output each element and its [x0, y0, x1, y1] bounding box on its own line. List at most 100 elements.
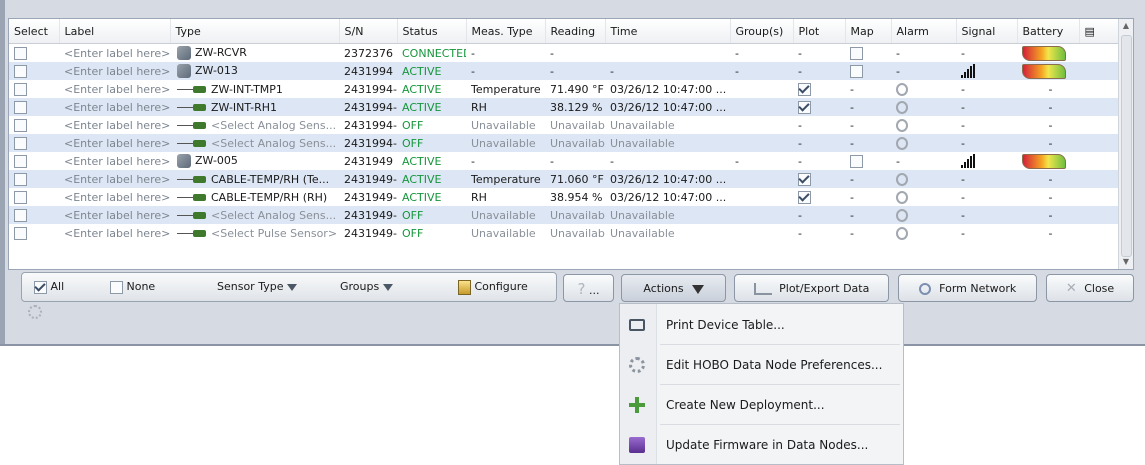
- plot-checkbox[interactable]: [798, 100, 811, 114]
- plot-cell[interactable]: -: [793, 116, 845, 134]
- label-cell[interactable]: <Enter label here>: [59, 116, 170, 134]
- column-header-alarm[interactable]: Alarm: [891, 19, 957, 44]
- table-row[interactable]: <Enter label here> ZW-INT-RH1 2431994-2ACT…: [9, 98, 1133, 116]
- scroll-down-arrow-icon[interactable]: ▼: [1119, 255, 1133, 269]
- plot-cell[interactable]: [793, 80, 845, 98]
- label-cell[interactable]: <Enter label here>: [59, 224, 170, 242]
- plot-checkbox[interactable]: [798, 82, 811, 96]
- table-row[interactable]: <Enter label here> <Select Analog Sens...…: [9, 116, 1133, 134]
- select-cell[interactable]: [9, 188, 59, 206]
- row-select-checkbox[interactable]: [14, 172, 27, 186]
- groups-dropdown[interactable]: Groups: [340, 273, 394, 301]
- plot-cell[interactable]: -: [793, 206, 845, 224]
- label-cell[interactable]: <Enter label here>: [59, 152, 170, 170]
- row-select-checkbox[interactable]: [14, 46, 27, 60]
- select-cell[interactable]: [9, 170, 59, 188]
- plot-cell[interactable]: -: [793, 152, 845, 170]
- row-select-checkbox[interactable]: [14, 208, 27, 222]
- row-select-checkbox[interactable]: [14, 190, 27, 204]
- alarm-clock-icon[interactable]: [896, 136, 908, 150]
- column-header-reading[interactable]: Reading: [545, 19, 606, 44]
- plot-cell[interactable]: [793, 188, 845, 206]
- select-cell[interactable]: [9, 98, 59, 116]
- menu-item-edit-preferences[interactable]: Edit HOBO Data Node Preferences...: [620, 346, 903, 384]
- plot-cell[interactable]: -: [793, 224, 845, 242]
- table-row[interactable]: <Enter label here> ZW-013 2431994 ACTIVE - - -…: [9, 62, 1133, 80]
- column-header-status[interactable]: Status: [397, 19, 467, 44]
- table-row[interactable]: <Enter label here> ZW-INT-TMP1 2431994-1 AC…: [9, 80, 1133, 98]
- select-all-button[interactable]: All: [34, 273, 64, 301]
- map-cell[interactable]: -: [845, 80, 891, 98]
- menu-item-print-device-table[interactable]: Print Device Table...: [620, 306, 903, 344]
- label-cell[interactable]: <Enter label here>: [59, 98, 170, 116]
- map-checkbox[interactable]: [850, 46, 863, 60]
- alarm-clock-icon[interactable]: [896, 172, 908, 186]
- column-header-s-n[interactable]: S/N: [339, 19, 398, 44]
- row-select-checkbox[interactable]: [14, 154, 27, 168]
- map-cell[interactable]: -: [845, 98, 891, 116]
- row-select-checkbox[interactable]: [14, 82, 27, 96]
- map-checkbox[interactable]: [850, 154, 863, 168]
- map-cell[interactable]: [845, 62, 891, 80]
- menu-item-update-firmware[interactable]: Update Firmware in Data Nodes...: [620, 426, 903, 464]
- plot-cell[interactable]: -: [793, 62, 845, 80]
- label-cell[interactable]: <Enter label here>: [59, 188, 170, 206]
- map-cell[interactable]: [845, 44, 891, 63]
- select-cell[interactable]: [9, 224, 59, 242]
- column-header-plot[interactable]: Plot: [793, 19, 846, 44]
- help-button[interactable]: ? ...: [563, 274, 614, 302]
- plot-export-button[interactable]: Plot/Export Data: [734, 274, 889, 302]
- close-button[interactable]: ✕ Close: [1046, 274, 1134, 302]
- table-row[interactable]: <Enter label here> <Select Analog Sens...…: [9, 206, 1133, 224]
- select-cell[interactable]: [9, 134, 59, 152]
- row-select-checkbox[interactable]: [14, 64, 27, 78]
- table-row[interactable]: <Enter label here> ZW-005 2431949 ACTIVE - - -…: [9, 152, 1133, 170]
- label-cell[interactable]: <Enter label here>: [59, 170, 170, 188]
- actions-button[interactable]: Actions: [621, 274, 726, 302]
- column-header-group-s[interactable]: Group(s): [730, 19, 794, 44]
- map-cell[interactable]: -: [845, 116, 891, 134]
- select-cell[interactable]: [9, 206, 59, 224]
- select-cell[interactable]: [9, 116, 59, 134]
- plot-checkbox[interactable]: [798, 190, 811, 204]
- alarm-clock-icon[interactable]: [896, 226, 908, 240]
- column-header-time[interactable]: Time: [605, 19, 731, 44]
- sensor-type-dropdown[interactable]: Sensor Type: [217, 273, 298, 301]
- label-cell[interactable]: <Enter label here>: [59, 206, 170, 224]
- column-header-map[interactable]: Map: [845, 19, 892, 44]
- alarm-clock-icon[interactable]: [896, 190, 908, 204]
- vertical-scrollbar[interactable]: ▲ ▼: [1118, 19, 1133, 269]
- plot-cell[interactable]: [793, 98, 845, 116]
- column-header-meas-type[interactable]: Meas. Type: [466, 19, 546, 44]
- alarm-clock-icon[interactable]: [896, 208, 908, 222]
- table-row[interactable]: <Enter label here> CABLE-TEMP/RH (RH) 2431…: [9, 188, 1133, 206]
- alarm-clock-icon[interactable]: [896, 100, 908, 114]
- plot-cell[interactable]: [793, 170, 845, 188]
- plot-cell[interactable]: -: [793, 134, 845, 152]
- row-select-checkbox[interactable]: [14, 118, 27, 132]
- plot-cell[interactable]: -: [793, 44, 845, 63]
- label-cell[interactable]: <Enter label here>: [59, 80, 170, 98]
- row-select-checkbox[interactable]: [14, 136, 27, 150]
- map-cell[interactable]: -: [845, 170, 891, 188]
- row-select-checkbox[interactable]: [14, 100, 27, 114]
- label-cell[interactable]: <Enter label here>: [59, 44, 170, 63]
- table-row[interactable]: <Enter label here> CABLE-TEMP/RH (Te... 24…: [9, 170, 1133, 188]
- label-cell[interactable]: <Enter label here>: [59, 134, 170, 152]
- table-row[interactable]: <Enter label here> <Select Analog Sens...…: [9, 134, 1133, 152]
- select-cell[interactable]: [9, 80, 59, 98]
- select-cell[interactable]: [9, 152, 59, 170]
- scrollbar-thumb[interactable]: [1121, 35, 1132, 257]
- map-cell[interactable]: [845, 152, 891, 170]
- map-cell[interactable]: -: [845, 134, 891, 152]
- select-cell[interactable]: [9, 44, 59, 63]
- table-row[interactable]: <Enter label here> ZW-RCVR 2372376 CONNECTE…: [9, 44, 1133, 63]
- alarm-clock-icon[interactable]: [896, 82, 908, 96]
- configure-button[interactable]: Configure: [458, 273, 528, 301]
- column-header-battery[interactable]: Battery: [1017, 19, 1080, 44]
- table-row[interactable]: <Enter label here> <Select Pulse Sensor> 2…: [9, 224, 1133, 242]
- row-select-checkbox[interactable]: [14, 226, 27, 240]
- column-header-select[interactable]: Select: [9, 19, 60, 44]
- map-cell[interactable]: -: [845, 224, 891, 242]
- form-network-button[interactable]: Form Network: [898, 274, 1037, 302]
